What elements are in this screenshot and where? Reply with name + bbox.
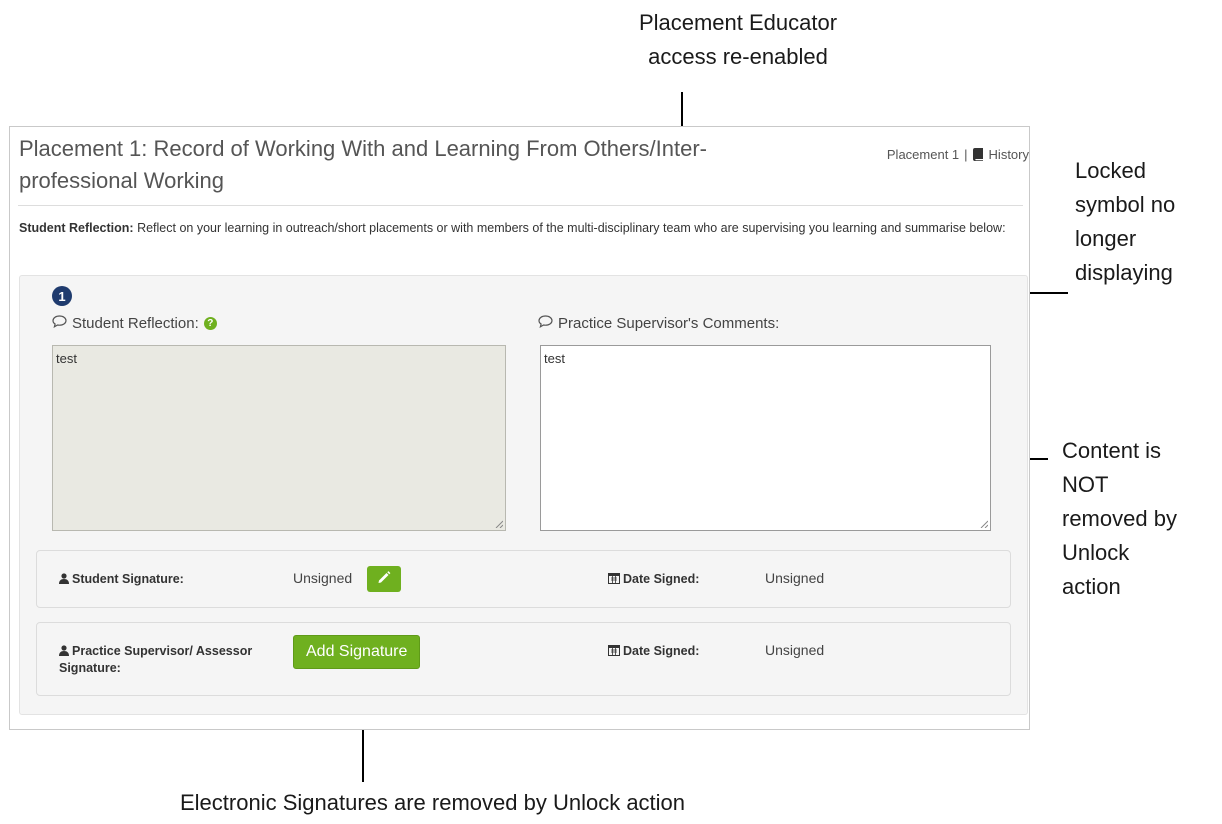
annotation-placement-educator: Placement Educator access re-enabled xyxy=(638,10,838,69)
supervisor-comments-field[interactable]: test xyxy=(540,345,991,531)
reflection-section: 1 Student Reflection: ? Practice Supervi… xyxy=(19,275,1028,715)
supervisor-comments-value[interactable]: test xyxy=(544,351,565,366)
panel-links: Placement 1 | History xyxy=(887,147,1029,162)
supervisor-signature-label: Practice Supervisor/ Assessor Signature: xyxy=(59,643,289,676)
student-date-value: Unsigned xyxy=(765,570,825,586)
user-icon xyxy=(59,644,69,660)
supervisor-signature-row: Practice Supervisor/ Assessor Signature:… xyxy=(36,622,1011,696)
student-reflection-field: test xyxy=(52,345,506,531)
supervisor-comments-label: Practice Supervisor's Comments: xyxy=(538,315,779,332)
student-reflection-label-text: Student Reflection: xyxy=(72,315,199,332)
history-link[interactable]: History xyxy=(989,147,1029,162)
annotation-locked-symbol: Locked symbol no longer displaying xyxy=(1075,158,1176,285)
student-date-label: Date Signed: xyxy=(608,571,699,588)
instruction-text: Student Reflection: Reflect on your lear… xyxy=(19,219,1025,237)
supervisor-date-value: Unsigned xyxy=(765,642,825,658)
supervisor-comments-label-text: Practice Supervisor's Comments: xyxy=(558,315,780,332)
calendar-icon xyxy=(608,644,620,660)
student-reflection-value: test xyxy=(56,351,77,366)
user-icon xyxy=(59,572,69,588)
title-divider xyxy=(18,205,1023,206)
student-signature-label-text: Student Signature: xyxy=(72,572,184,586)
student-date-label-text: Date Signed: xyxy=(623,572,700,586)
comment-icon xyxy=(538,315,553,332)
placement-link[interactable]: Placement 1 xyxy=(887,147,959,162)
step-number-badge: 1 xyxy=(52,286,72,306)
pencil-icon xyxy=(377,570,391,589)
placement-panel: Placement 1: Record of Working With and … xyxy=(9,126,1030,730)
instruction-label: Student Reflection: xyxy=(19,221,134,235)
resize-handle-icon xyxy=(495,520,503,528)
page-title: Placement 1: Record of Working With and … xyxy=(19,136,707,193)
add-signature-button[interactable]: Add Signature xyxy=(293,635,421,669)
calendar-icon xyxy=(608,572,620,588)
question-icon[interactable]: ? xyxy=(203,317,217,330)
link-separator: | xyxy=(964,147,968,162)
sign-student-button[interactable] xyxy=(367,566,401,592)
book-icon[interactable] xyxy=(972,148,984,161)
supervisor-date-label-text: Date Signed: xyxy=(623,644,700,658)
instruction-body: Reflect on your learning in outreach/sho… xyxy=(137,221,1006,235)
resize-handle-icon[interactable] xyxy=(980,520,988,528)
student-reflection-label: Student Reflection: ? xyxy=(52,315,217,332)
student-signature-value: Unsigned xyxy=(293,570,353,586)
annotation-signatures-removed: Electronic Signatures are removed by Unl… xyxy=(180,790,686,815)
comment-icon xyxy=(52,315,67,332)
annotation-content-not-removed: Content is NOT removed by Unlock action xyxy=(1062,438,1177,599)
supervisor-signature-label-text: Practice Supervisor/ Assessor Signature: xyxy=(59,644,253,675)
student-signature-row: Student Signature: Unsigned Date Signed:… xyxy=(36,550,1011,608)
student-signature-label: Student Signature: xyxy=(59,571,184,588)
supervisor-date-label: Date Signed: xyxy=(608,643,699,660)
